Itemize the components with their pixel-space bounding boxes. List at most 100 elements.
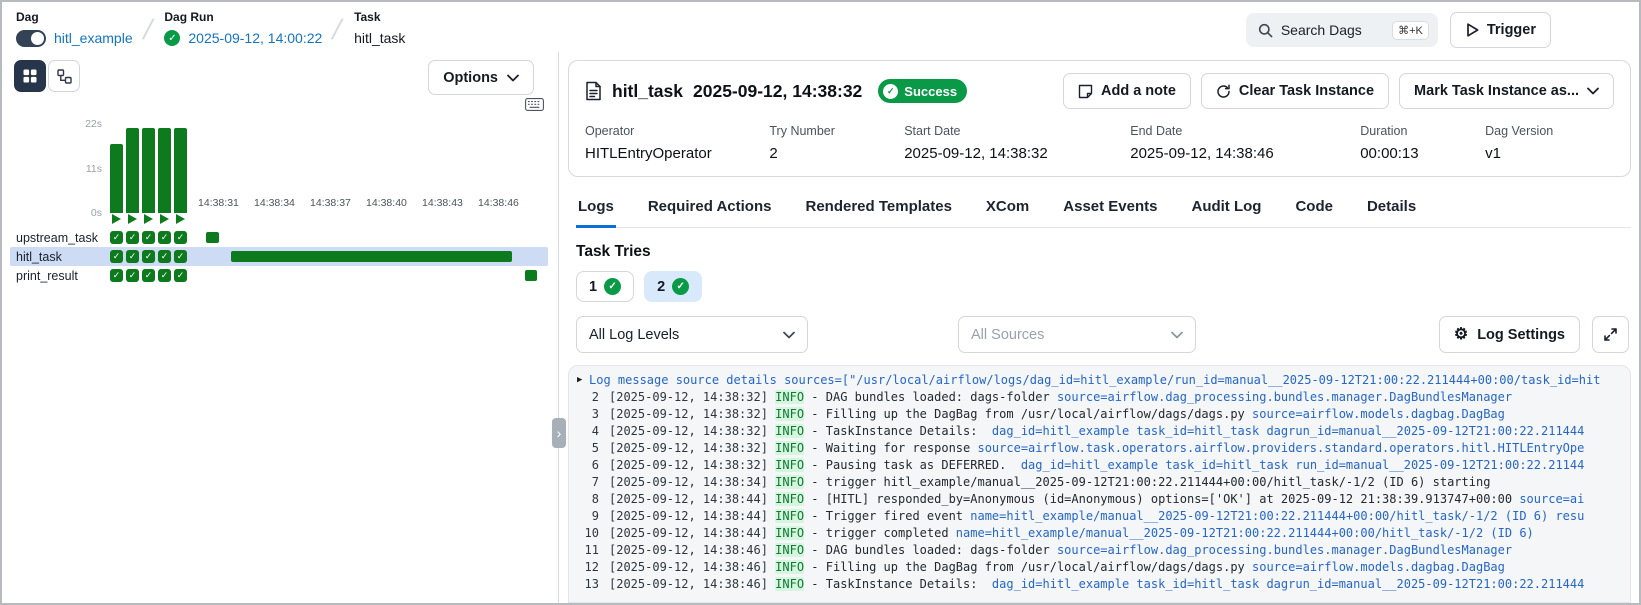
log-line-number: 10 xyxy=(575,525,599,542)
task-instance-panel: hitl_task 2025-09-12, 14:38:32 ✓ Success… xyxy=(559,52,1639,603)
manual-run-icon[interactable] xyxy=(128,214,137,224)
log-line-number: 11 xyxy=(575,542,599,559)
chevron-right-icon: › xyxy=(557,425,562,441)
tab-code[interactable]: Code xyxy=(1293,189,1335,228)
tab-required-actions[interactable]: Required Actions xyxy=(646,189,774,228)
task-name: upstream_task xyxy=(16,231,98,245)
panel-collapse-handle[interactable]: › xyxy=(552,418,566,448)
manual-run-icon[interactable] xyxy=(176,214,185,224)
add-note-button[interactable]: Add a note xyxy=(1063,73,1191,109)
log-line: 10[2025-09-12, 14:38:44] INFO - trigger … xyxy=(575,525,1624,542)
tab-asset-events[interactable]: Asset Events xyxy=(1061,189,1159,228)
log-text: - [HITL] responded_by=Anonymous (id=Anon… xyxy=(804,492,1519,506)
tab-rendered-templates[interactable]: Rendered Templates xyxy=(803,189,953,228)
task-try-1[interactable]: 1✓ xyxy=(576,271,634,302)
log-line-content: [2025-09-12, 14:38:32] INFO - Pausing ta… xyxy=(609,457,1624,474)
manual-run-icon[interactable] xyxy=(112,214,121,224)
gantt-bar[interactable] xyxy=(231,251,512,262)
run-duration-bar[interactable] xyxy=(110,144,123,213)
dag-pause-toggle[interactable] xyxy=(16,30,46,47)
meta-value: HITLEntryOperator xyxy=(585,145,769,162)
run-duration-bar[interactable] xyxy=(158,128,171,213)
topbar-actions: Search Dags ⌘+K Trigger xyxy=(1246,6,1625,48)
grid-task-row-hitl-task[interactable]: hitl_task✓✓✓✓✓ xyxy=(10,247,548,266)
log-link[interactable]: source=airflow.dag_processing.bundles.ma… xyxy=(1057,390,1512,404)
manual-run-icon[interactable] xyxy=(160,214,169,224)
task-instance-success-square[interactable]: ✓ xyxy=(126,250,139,263)
log-link[interactable]: source=airflow.models.dagbag.DagBag xyxy=(1252,407,1505,421)
expand-logs-button[interactable] xyxy=(1592,316,1629,353)
log-header-line[interactable]: ▶Log message source details sources=["/u… xyxy=(575,372,1624,389)
gantt-bar[interactable] xyxy=(525,270,537,281)
tab-details[interactable]: Details xyxy=(1365,189,1418,228)
log-link[interactable]: source=airflow.dag_processing.bundles.ma… xyxy=(1057,543,1512,557)
log-line-content: [2025-09-12, 14:38:32] INFO - Filling up… xyxy=(609,406,1624,423)
task-instance-success-square[interactable]: ✓ xyxy=(158,231,171,244)
log-link[interactable]: dag_id=hitl_example task_id=hitl_task ru… xyxy=(1021,458,1585,472)
log-settings-button[interactable]: ⚙ Log Settings xyxy=(1439,316,1580,353)
log-link[interactable]: source=airflow.task.operators.airflow.pr… xyxy=(977,441,1584,455)
task-instance-success-square[interactable]: ✓ xyxy=(110,269,123,282)
dagrun-link[interactable]: 2025-09-12, 14:00:22 xyxy=(188,30,322,46)
log-link[interactable]: name=hitl_example/manual__2025-09-12T21:… xyxy=(970,509,1584,523)
log-link[interactable]: source=ai xyxy=(1519,492,1584,506)
log-viewer[interactable]: ▶Log message source details sources=["/u… xyxy=(568,365,1631,603)
gantt-bar[interactable] xyxy=(206,232,219,243)
task-label: Task xyxy=(354,10,405,24)
task-instance-success-square[interactable]: ✓ xyxy=(174,231,187,244)
log-timestamp: [2025-09-12, 14:38:46] xyxy=(609,560,775,574)
log-link[interactable]: name=hitl_example/manual__2025-09-12T21:… xyxy=(956,526,1534,540)
task-instance-success-square[interactable]: ✓ xyxy=(142,269,155,282)
search-dags-button[interactable]: Search Dags ⌘+K xyxy=(1246,13,1438,47)
log-line-content: [2025-09-12, 14:38:32] INFO - DAG bundle… xyxy=(609,389,1624,406)
expand-triangle-icon[interactable]: ▶ xyxy=(575,372,589,389)
run-duration-bar[interactable] xyxy=(174,128,187,213)
dag-link[interactable]: hitl_example xyxy=(54,30,133,46)
run-duration-bar[interactable] xyxy=(126,128,139,213)
log-link[interactable]: dag_id=hitl_example task_id=hitl_task da… xyxy=(992,424,1584,438)
task-instance-success-square[interactable]: ✓ xyxy=(174,250,187,263)
task-try-2[interactable]: 2✓ xyxy=(644,271,702,302)
log-line: 12[2025-09-12, 14:38:46] INFO - Filling … xyxy=(575,559,1624,576)
manual-run-icon[interactable] xyxy=(144,214,153,224)
log-line-number: 13 xyxy=(575,576,599,593)
grid-task-row-print-result[interactable]: print_result✓✓✓✓✓ xyxy=(10,266,548,285)
task-instance-success-square[interactable]: ✓ xyxy=(126,231,139,244)
task-instance-success-square[interactable]: ✓ xyxy=(110,231,123,244)
status-badge: ✓ Success xyxy=(878,79,967,103)
mark-as-label: Mark Task Instance as... xyxy=(1414,83,1579,99)
log-line-number: 2 xyxy=(575,389,599,406)
task-instance-success-square[interactable]: ✓ xyxy=(126,269,139,282)
task-instance-success-square[interactable]: ✓ xyxy=(110,250,123,263)
log-text: - DAG bundles loaded: dags-folder xyxy=(804,390,1057,404)
trigger-button[interactable]: Trigger xyxy=(1450,12,1551,48)
tab-xcom[interactable]: XCom xyxy=(984,189,1031,228)
time-tick-label: 14:38:37 xyxy=(310,197,351,209)
log-timestamp: [2025-09-12, 14:38:32] xyxy=(609,390,775,404)
task-instance-success-square[interactable]: ✓ xyxy=(174,269,187,282)
tab-logs[interactable]: Logs xyxy=(576,189,616,228)
task-title-datetime: 2025-09-12, 14:38:32 xyxy=(693,81,862,102)
log-line-number: 3 xyxy=(575,406,599,423)
breadcrumb-separator: / xyxy=(329,6,347,46)
log-line: 6[2025-09-12, 14:38:32] INFO - Pausing t… xyxy=(575,457,1624,474)
log-line: 13[2025-09-12, 14:38:46] INFO - TaskInst… xyxy=(575,576,1624,593)
task-instance-success-square[interactable]: ✓ xyxy=(158,250,171,263)
log-level-info: INFO xyxy=(775,407,804,421)
task-instance-success-square[interactable]: ✓ xyxy=(142,250,155,263)
grid-panel: Options 22s11s0s14:38:3114:38:3414:38:37… xyxy=(2,52,559,603)
clear-task-instance-button[interactable]: Clear Task Instance xyxy=(1201,73,1389,109)
mark-task-instance-as-button[interactable]: Mark Task Instance as... xyxy=(1399,73,1614,109)
task-instance-success-square[interactable]: ✓ xyxy=(158,269,171,282)
log-level-info: INFO xyxy=(775,543,804,557)
log-sources-select[interactable]: All Sources xyxy=(958,316,1196,353)
log-levels-select[interactable]: All Log Levels xyxy=(576,316,808,353)
task-instance-success-square[interactable]: ✓ xyxy=(142,231,155,244)
document-icon xyxy=(585,81,602,101)
tab-audit-log[interactable]: Audit Log xyxy=(1189,189,1263,228)
log-link[interactable]: source=airflow.models.dagbag.DagBag xyxy=(1252,560,1505,574)
run-duration-bar[interactable] xyxy=(142,128,155,213)
grid-task-row-upstream-task[interactable]: upstream_task✓✓✓✓✓ xyxy=(10,228,548,247)
task-tries: 1✓ 2✓ xyxy=(576,271,1631,302)
log-link[interactable]: dag_id=hitl_example task_id=hitl_task da… xyxy=(992,577,1584,591)
